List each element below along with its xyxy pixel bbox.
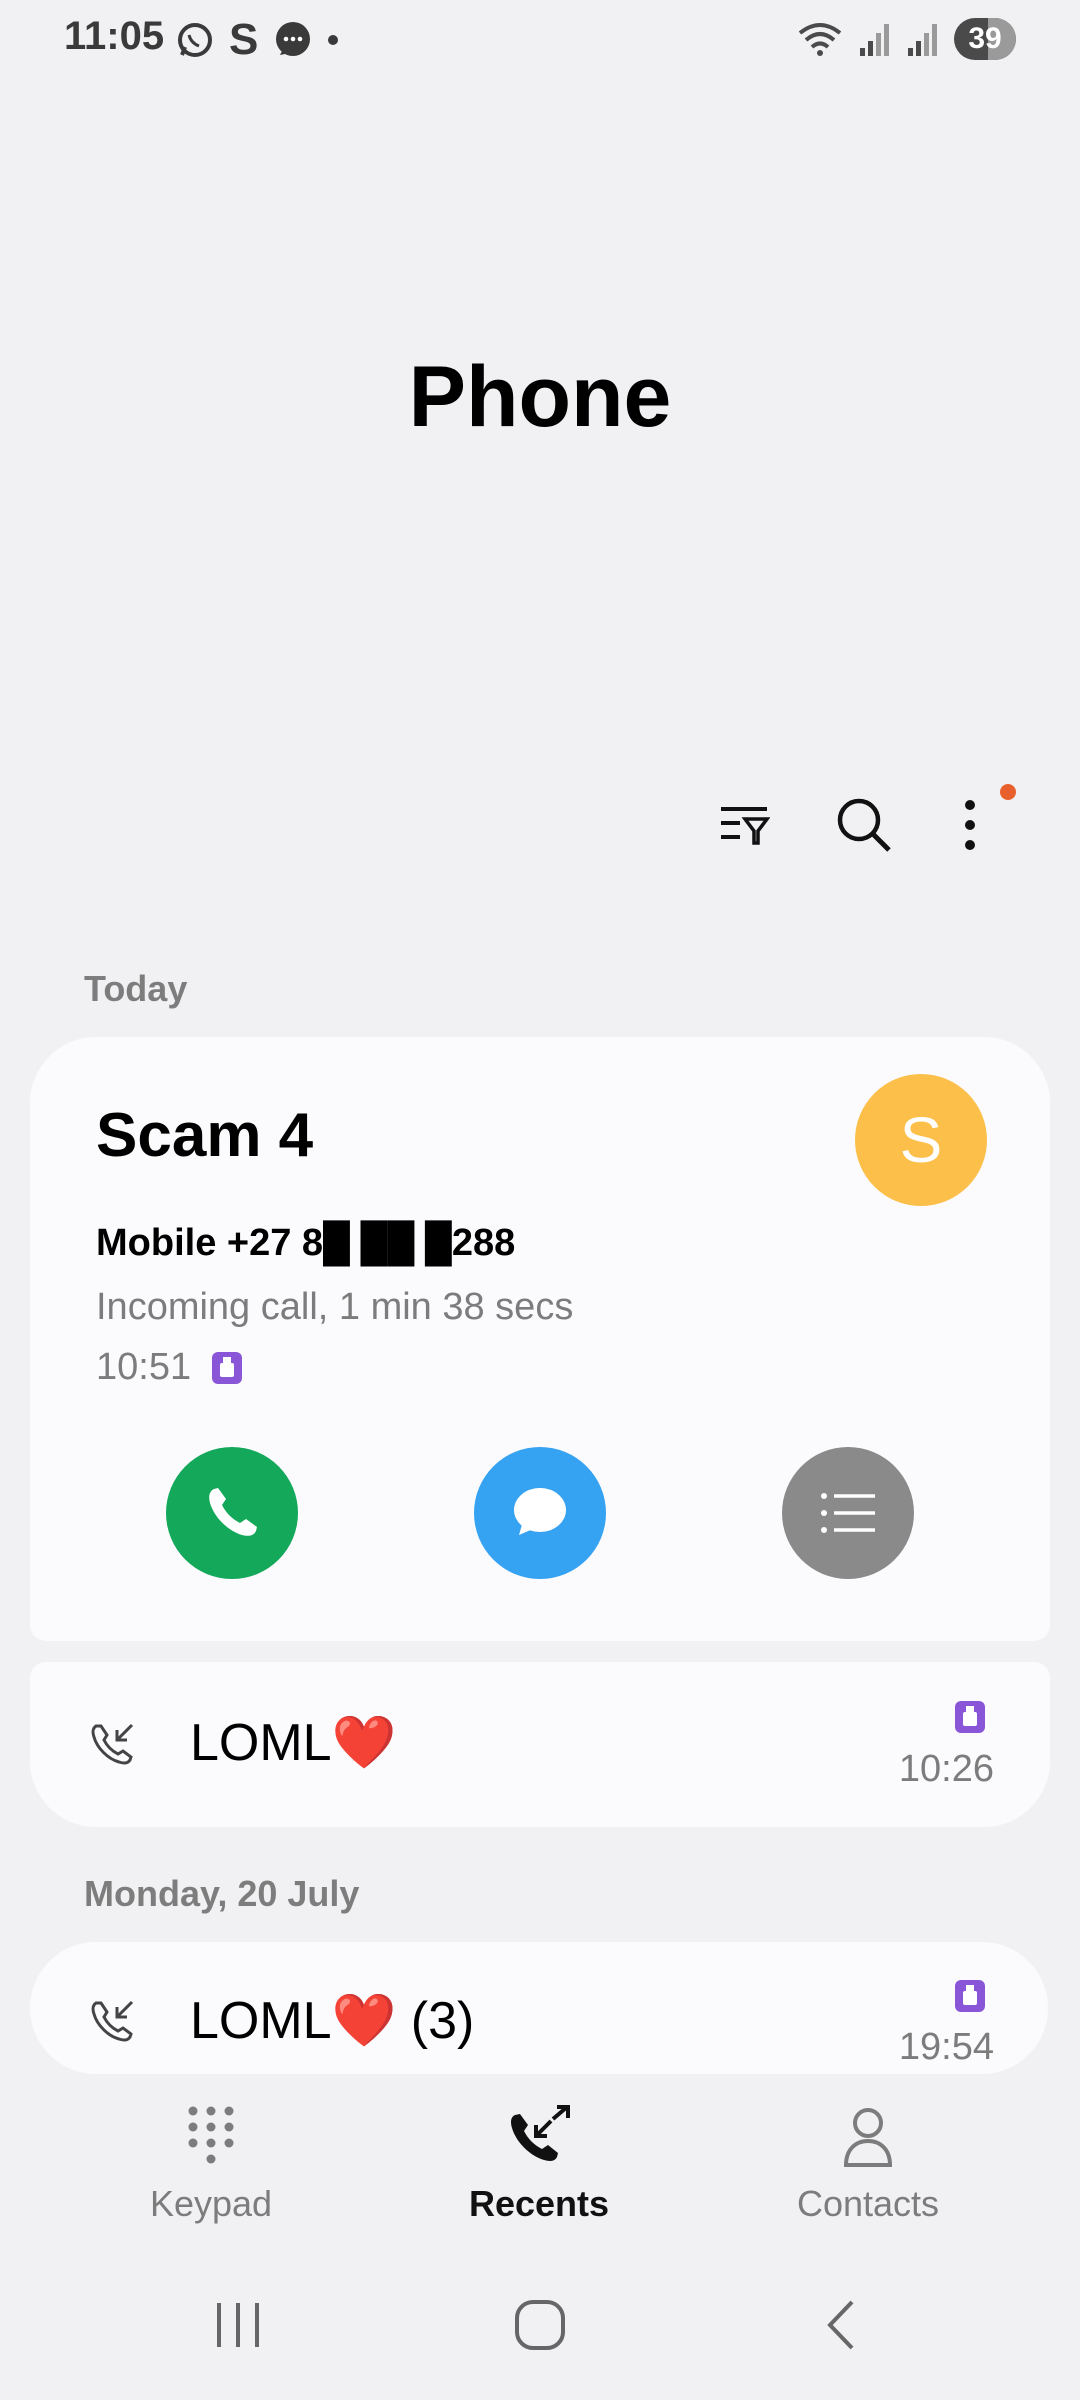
call-log-time: 19:54 <box>898 2026 994 2068</box>
call-log-time: 10:26 <box>898 1748 994 1790</box>
recent-apps-icon <box>217 2303 259 2347</box>
tab-recents[interactable]: Recents <box>419 2105 659 2225</box>
dot-icon <box>328 35 339 45</box>
sim-icon <box>955 1701 985 1733</box>
battery-level: 39 <box>968 22 1002 55</box>
whatsapp-icon <box>178 23 212 57</box>
incoming-call-icon <box>91 1723 134 1765</box>
notification-dot <box>1000 784 1016 800</box>
more-options-button[interactable] <box>935 790 1005 860</box>
wifi-icon <box>798 23 842 56</box>
sim-icon <box>212 1351 243 1384</box>
call-log-name: LOML❤️ (3) <box>190 1992 475 2050</box>
tab-recents-label: Recents <box>468 2183 610 2224</box>
call-time-row: 10:51 <box>96 1346 243 1389</box>
home-icon <box>515 2300 565 2350</box>
tab-contacts-label: Contacts <box>796 2183 940 2224</box>
list-icon <box>821 1493 875 1533</box>
messages-icon <box>276 22 311 56</box>
status-left-icons: S <box>175 15 339 64</box>
details-button[interactable] <box>782 1447 914 1579</box>
sim-icon <box>955 1980 985 2012</box>
call-button[interactable] <box>166 1447 298 1579</box>
section-header-monday: Monday, 20 July <box>84 1873 360 1914</box>
status-right-icons: 39 <box>796 14 1016 64</box>
status-time: 11:05 <box>64 14 165 58</box>
call-log-row[interactable] <box>30 1662 1050 1827</box>
message-button[interactable] <box>474 1447 606 1579</box>
avatar[interactable]: S <box>855 1074 987 1206</box>
signal-icon <box>908 24 937 56</box>
section-header-today: Today <box>84 968 188 1009</box>
page-title: Phone <box>408 349 672 445</box>
call-log-row[interactable] <box>30 1942 1048 2074</box>
keypad-icon <box>188 2106 234 2164</box>
tab-keypad[interactable]: Keypad <box>91 2105 331 2225</box>
call-detail: Incoming call, 1 min 38 secs <box>96 1286 574 1328</box>
message-icon <box>514 1488 566 1535</box>
more-options-icon <box>965 800 975 850</box>
contact-name: Scam 4 <box>96 1101 314 1170</box>
filter-button[interactable] <box>709 790 779 860</box>
phone-icon <box>209 1488 257 1536</box>
back-button[interactable] <box>802 2290 882 2360</box>
contacts-icon <box>843 2108 893 2167</box>
signal-icon <box>860 24 889 56</box>
home-button[interactable] <box>500 2290 580 2360</box>
search-icon <box>837 798 891 852</box>
call-time: 10:51 <box>96 1346 192 1388</box>
filter-icon <box>721 807 770 845</box>
tab-keypad-label: Keypad <box>149 2183 273 2224</box>
s-app-icon: S <box>229 15 259 64</box>
call-log-name: LOML❤️ <box>190 1714 397 1772</box>
recent-apps-button[interactable] <box>198 2290 278 2360</box>
tab-contacts[interactable]: Contacts <box>748 2105 988 2225</box>
search-button[interactable] <box>829 790 899 860</box>
incoming-call-icon <box>91 2000 134 2042</box>
battery-indicator: 39 <box>954 18 1016 60</box>
phone-number: Mobile +27 8█ ██ █288 <box>96 1222 516 1264</box>
recents-icon <box>511 2105 570 2161</box>
back-icon <box>827 2300 854 2350</box>
